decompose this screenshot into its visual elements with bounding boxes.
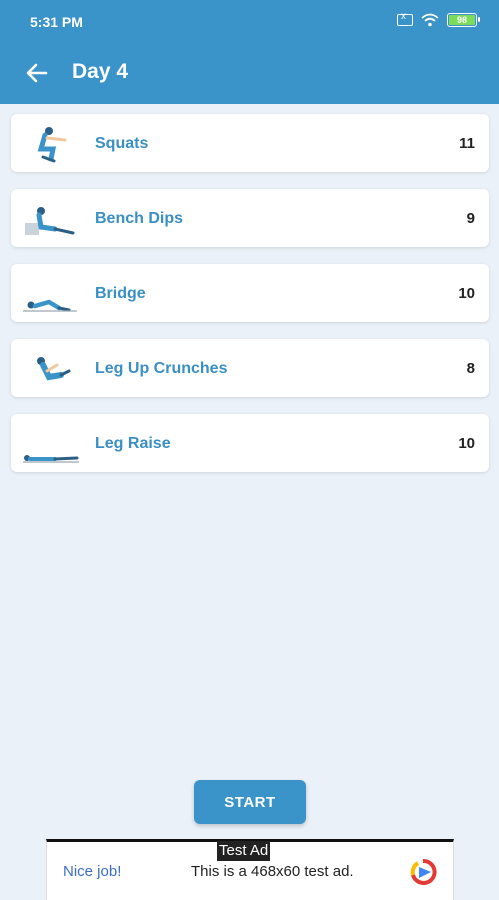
exercise-count: 9 [466, 210, 475, 227]
exercise-item-bench-dips[interactable]: Bench Dips 9 [11, 189, 489, 247]
status-time: 5:31 PM [30, 14, 83, 30]
app-bar: 5:31 PM 98 Day 4 [0, 0, 499, 104]
ad-headline: Nice job! [63, 863, 122, 880]
bridge-illustration [23, 299, 77, 312]
wifi-icon [421, 13, 439, 27]
exercise-name: Squats [95, 135, 149, 152]
battery-level: 98 [456, 15, 467, 25]
exercise-name: Bench Dips [95, 210, 184, 227]
exercise-item-bridge[interactable]: Bridge 10 [11, 264, 489, 322]
status-icons: 98 [397, 11, 480, 27]
ad-choices-icon [410, 859, 437, 885]
exercise-count: 11 [459, 135, 475, 152]
back-arrow-icon [26, 63, 48, 83]
bench-dips-illustration [25, 207, 75, 235]
leg-raise-illustration [23, 455, 79, 463]
exercise-name: Leg Raise [95, 435, 171, 452]
exercise-list: Squats 11 Bench Dips 9 Bridge 10 Leg Up … [11, 114, 489, 489]
exercise-name: Bridge [95, 285, 146, 302]
start-button[interactable]: START [194, 780, 306, 824]
exercise-count: 8 [466, 360, 475, 377]
exercise-item-squats[interactable]: Squats 11 [11, 114, 489, 172]
page-title: Day 4 [72, 60, 129, 83]
ad-body: This is a 468x60 test ad. [191, 863, 354, 880]
sim-icon [397, 11, 413, 26]
status-bar: 5:31 PM 98 [0, 0, 499, 44]
exercise-item-leg-raise[interactable]: Leg Raise 10 [11, 414, 489, 472]
exercise-count: 10 [458, 435, 475, 452]
leg-up-crunches-illustration [37, 357, 71, 381]
ad-label: Test Ad [217, 841, 271, 861]
exercise-item-leg-up-crunches[interactable]: Leg Up Crunches 8 [11, 339, 489, 397]
back-button[interactable] [22, 58, 52, 88]
exercise-count: 10 [458, 285, 475, 302]
ad-banner[interactable]: Test Ad Nice job! This is a 468x60 test … [46, 839, 454, 900]
battery-icon: 98 [447, 13, 480, 27]
exercise-name: Leg Up Crunches [95, 360, 228, 377]
squats-illustration [37, 127, 67, 163]
